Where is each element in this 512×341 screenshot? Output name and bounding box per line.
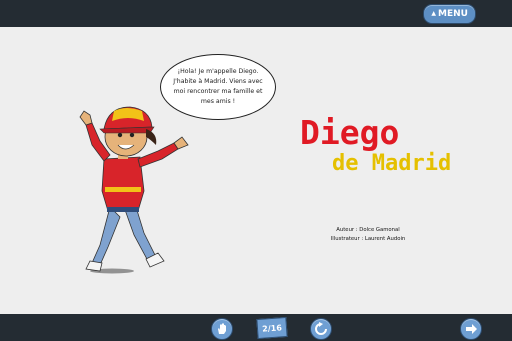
next-page-button[interactable] <box>460 318 482 340</box>
menu-button[interactable]: ▲ MENU <box>423 4 476 24</box>
next-arrow-icon <box>466 324 477 334</box>
page-counter: 2/16 <box>256 316 288 340</box>
replay-button[interactable] <box>310 318 332 340</box>
top-bar: ▲ MENU <box>0 0 512 27</box>
book-title-line1: Diego <box>300 113 400 152</box>
diego-illustration <box>79 106 189 274</box>
book-title-line2: de Madrid <box>332 151 452 176</box>
hand-icon <box>218 323 226 334</box>
author-credit: Auteur : Dolce Gamonal <box>336 227 400 233</box>
speech-bubble: ¡Hola! Je m'appelle Diego. J'habite à Ma… <box>160 54 276 120</box>
menu-label: MENU <box>438 9 468 19</box>
credits: Auteur : Dolce Gamonal Illustrateur : La… <box>328 226 408 244</box>
speech-bubble-text: ¡Hola! Je m'appelle Diego. J'habite à Ma… <box>173 68 263 105</box>
hand-button[interactable] <box>211 318 233 340</box>
replay-icon <box>315 322 327 335</box>
illustrator-credit: Illustrateur : Laurent Audoin <box>330 236 406 242</box>
menu-arrow-icon: ▲ <box>431 10 437 17</box>
